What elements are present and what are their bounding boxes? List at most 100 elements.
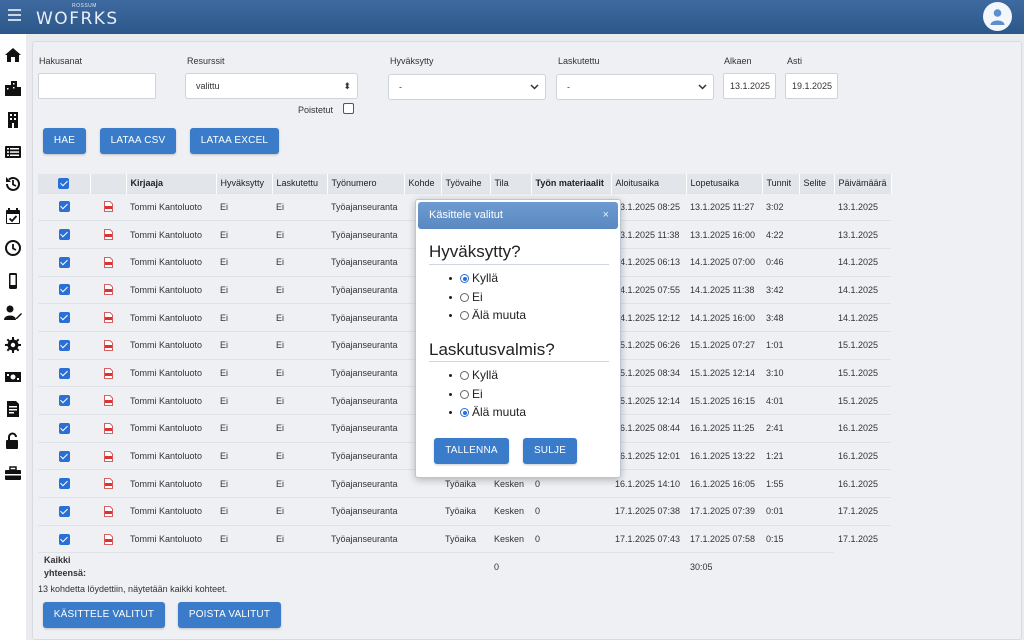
user-edit-icon[interactable] — [4, 304, 22, 322]
row-checkbox[interactable] — [58, 201, 70, 213]
row-checkbox[interactable] — [58, 395, 70, 407]
resurssit-select[interactable]: valittu ⬍ — [185, 73, 358, 99]
laskutusvalmis-option[interactable]: Ei — [449, 386, 483, 402]
calendar-check-icon[interactable] — [4, 207, 22, 225]
invoice-icon[interactable] — [4, 400, 22, 418]
col-tunnit[interactable]: Tunnit — [762, 174, 800, 193]
list-icon[interactable] — [4, 143, 22, 161]
hyvaksytty-radio[interactable] — [460, 311, 469, 321]
table-row[interactable]: Tommi Kantoluoto Ei Ei Työajanseuranta Työai… — [38, 524, 892, 553]
mobile-icon[interactable] — [4, 272, 22, 290]
user-avatar[interactable] — [983, 2, 1012, 31]
col-tyovaihe[interactable]: Työvaihe — [441, 174, 491, 193]
cell-hyv: Ei — [216, 303, 272, 332]
col-selite[interactable]: Selite — [799, 174, 835, 193]
cell-tunnit: 3:10 — [762, 358, 799, 387]
select-all-checkbox[interactable] — [58, 177, 70, 189]
laskutusvalmis-radio[interactable] — [460, 389, 469, 399]
close-button[interactable]: SULJE — [523, 438, 577, 464]
laskutusvalmis-radio[interactable] — [460, 371, 469, 381]
table-row[interactable]: Tommi Kantoluoto Ei Ei Työajanseuranta Työai… — [38, 497, 892, 526]
asti-input[interactable]: 19.1.2025 — [785, 73, 838, 99]
col-paivamaara[interactable]: Päivämäärä — [834, 174, 892, 193]
hakusanat-input[interactable] — [38, 73, 156, 99]
lataa-excel-button[interactable]: LATAA EXCEL — [190, 128, 279, 154]
summary-materiaalit: 0 — [490, 552, 531, 581]
hyvaksytty-radio[interactable] — [460, 274, 469, 284]
cell-tyonumero: Työajanseuranta — [327, 441, 404, 470]
pdf-icon[interactable] — [103, 450, 113, 462]
cell-hyv: Ei — [216, 524, 272, 553]
laskutusvalmis-option[interactable]: Älä muuta — [449, 404, 526, 420]
row-checkbox[interactable] — [58, 284, 70, 296]
row-checkbox[interactable] — [58, 256, 70, 268]
col-kirjaaja[interactable]: Kirjaaja — [126, 174, 217, 193]
pdf-icon[interactable] — [103, 367, 113, 379]
pdf-icon[interactable] — [103, 284, 113, 296]
summary-tunnit: 30:05 — [686, 552, 762, 581]
col-tyonumero[interactable]: Työnumero — [327, 174, 405, 193]
gear-icon[interactable] — [4, 336, 22, 354]
laskutusvalmis-option[interactable]: Kyllä — [449, 367, 498, 383]
pdf-icon[interactable] — [103, 423, 113, 434]
row-checkbox[interactable] — [58, 505, 70, 517]
building-icon[interactable] — [4, 111, 22, 129]
pdf-icon[interactable] — [103, 229, 113, 240]
laskutusvalmis-radio[interactable] — [460, 408, 469, 418]
toolbox-icon[interactable] — [4, 464, 22, 482]
money-icon[interactable] — [4, 368, 22, 386]
cell-pvm: 14.1.2025 — [834, 275, 892, 304]
row-checkbox[interactable] — [58, 533, 70, 545]
pdf-icon[interactable] — [103, 533, 113, 545]
cell-pvm: 15.1.2025 — [834, 358, 892, 387]
laskutettu-select[interactable]: - — [556, 74, 714, 100]
row-checkbox[interactable] — [58, 450, 70, 462]
col-kohde[interactable]: Kohde — [404, 174, 442, 193]
pdf-icon[interactable] — [103, 201, 113, 213]
col-hyvaksytty[interactable]: Hyväksytty — [216, 174, 273, 193]
cell-loppu: 13.1.2025 16:00 — [686, 220, 762, 249]
hae-button[interactable]: HAE — [43, 128, 86, 154]
hyvaksytty-option[interactable]: Ei — [449, 289, 483, 305]
lataa-csv-button[interactable]: LATAA CSV — [100, 128, 176, 154]
row-checkbox[interactable] — [58, 229, 70, 241]
cell-kirjaaja: Tommi Kantoluoto — [126, 386, 216, 415]
home-icon[interactable] — [4, 46, 22, 64]
hyvaksytty-option[interactable]: Kyllä — [449, 270, 498, 286]
pdf-icon[interactable] — [103, 478, 113, 490]
cell-lask: Ei — [272, 358, 327, 387]
col-lopetusaika[interactable]: Lopetusaika — [686, 174, 763, 193]
row-checkbox[interactable] — [58, 367, 70, 379]
clock-icon[interactable] — [4, 239, 22, 257]
hyvaksytty-option[interactable]: Älä muuta — [449, 307, 526, 323]
hyvaksytty-select[interactable]: - — [388, 74, 546, 100]
laskutusvalmis-question: Laskutusvalmis? — [429, 340, 555, 359]
logo[interactable]: WOFRKS — [36, 9, 119, 29]
close-icon[interactable]: × — [603, 202, 609, 229]
history-icon[interactable] — [4, 175, 22, 193]
poistetut-checkbox[interactable] — [343, 103, 354, 114]
pdf-icon[interactable] — [103, 339, 113, 351]
col-tila[interactable]: Tila — [490, 174, 532, 193]
delete-selected-button[interactable]: POISTA VALITUT — [178, 602, 281, 628]
hamburger-menu-icon[interactable] — [8, 9, 21, 21]
pdf-icon[interactable] — [103, 312, 113, 324]
pdf-icon[interactable] — [103, 506, 113, 517]
process-selected-button[interactable]: KÄSITTELE VALITUT — [43, 602, 165, 628]
pdf-icon[interactable] — [103, 395, 113, 407]
row-checkbox[interactable] — [58, 478, 70, 490]
alkaen-input[interactable]: 13.1.2025 — [723, 73, 776, 99]
pdf-icon[interactable] — [103, 256, 113, 268]
buildings-icon[interactable] — [4, 79, 22, 97]
row-checkbox[interactable] — [58, 422, 70, 434]
unlock-icon[interactable] — [4, 432, 22, 450]
col-materiaalit[interactable]: Työn materiaalit — [531, 174, 612, 193]
row-checkbox[interactable] — [58, 339, 70, 351]
row-checkbox[interactable] — [58, 312, 70, 324]
col-aloitusaika[interactable]: Aloitusaika — [611, 174, 687, 193]
cell-tunnit: 4:01 — [762, 386, 799, 415]
col-laskutettu[interactable]: Laskutettu — [272, 174, 328, 193]
save-button[interactable]: TALLENNA — [434, 438, 509, 464]
hyvaksytty-radio[interactable] — [460, 292, 469, 302]
table-header-row: Kirjaaja Hyväksytty Laskutettu Työnumero… — [38, 174, 892, 193]
